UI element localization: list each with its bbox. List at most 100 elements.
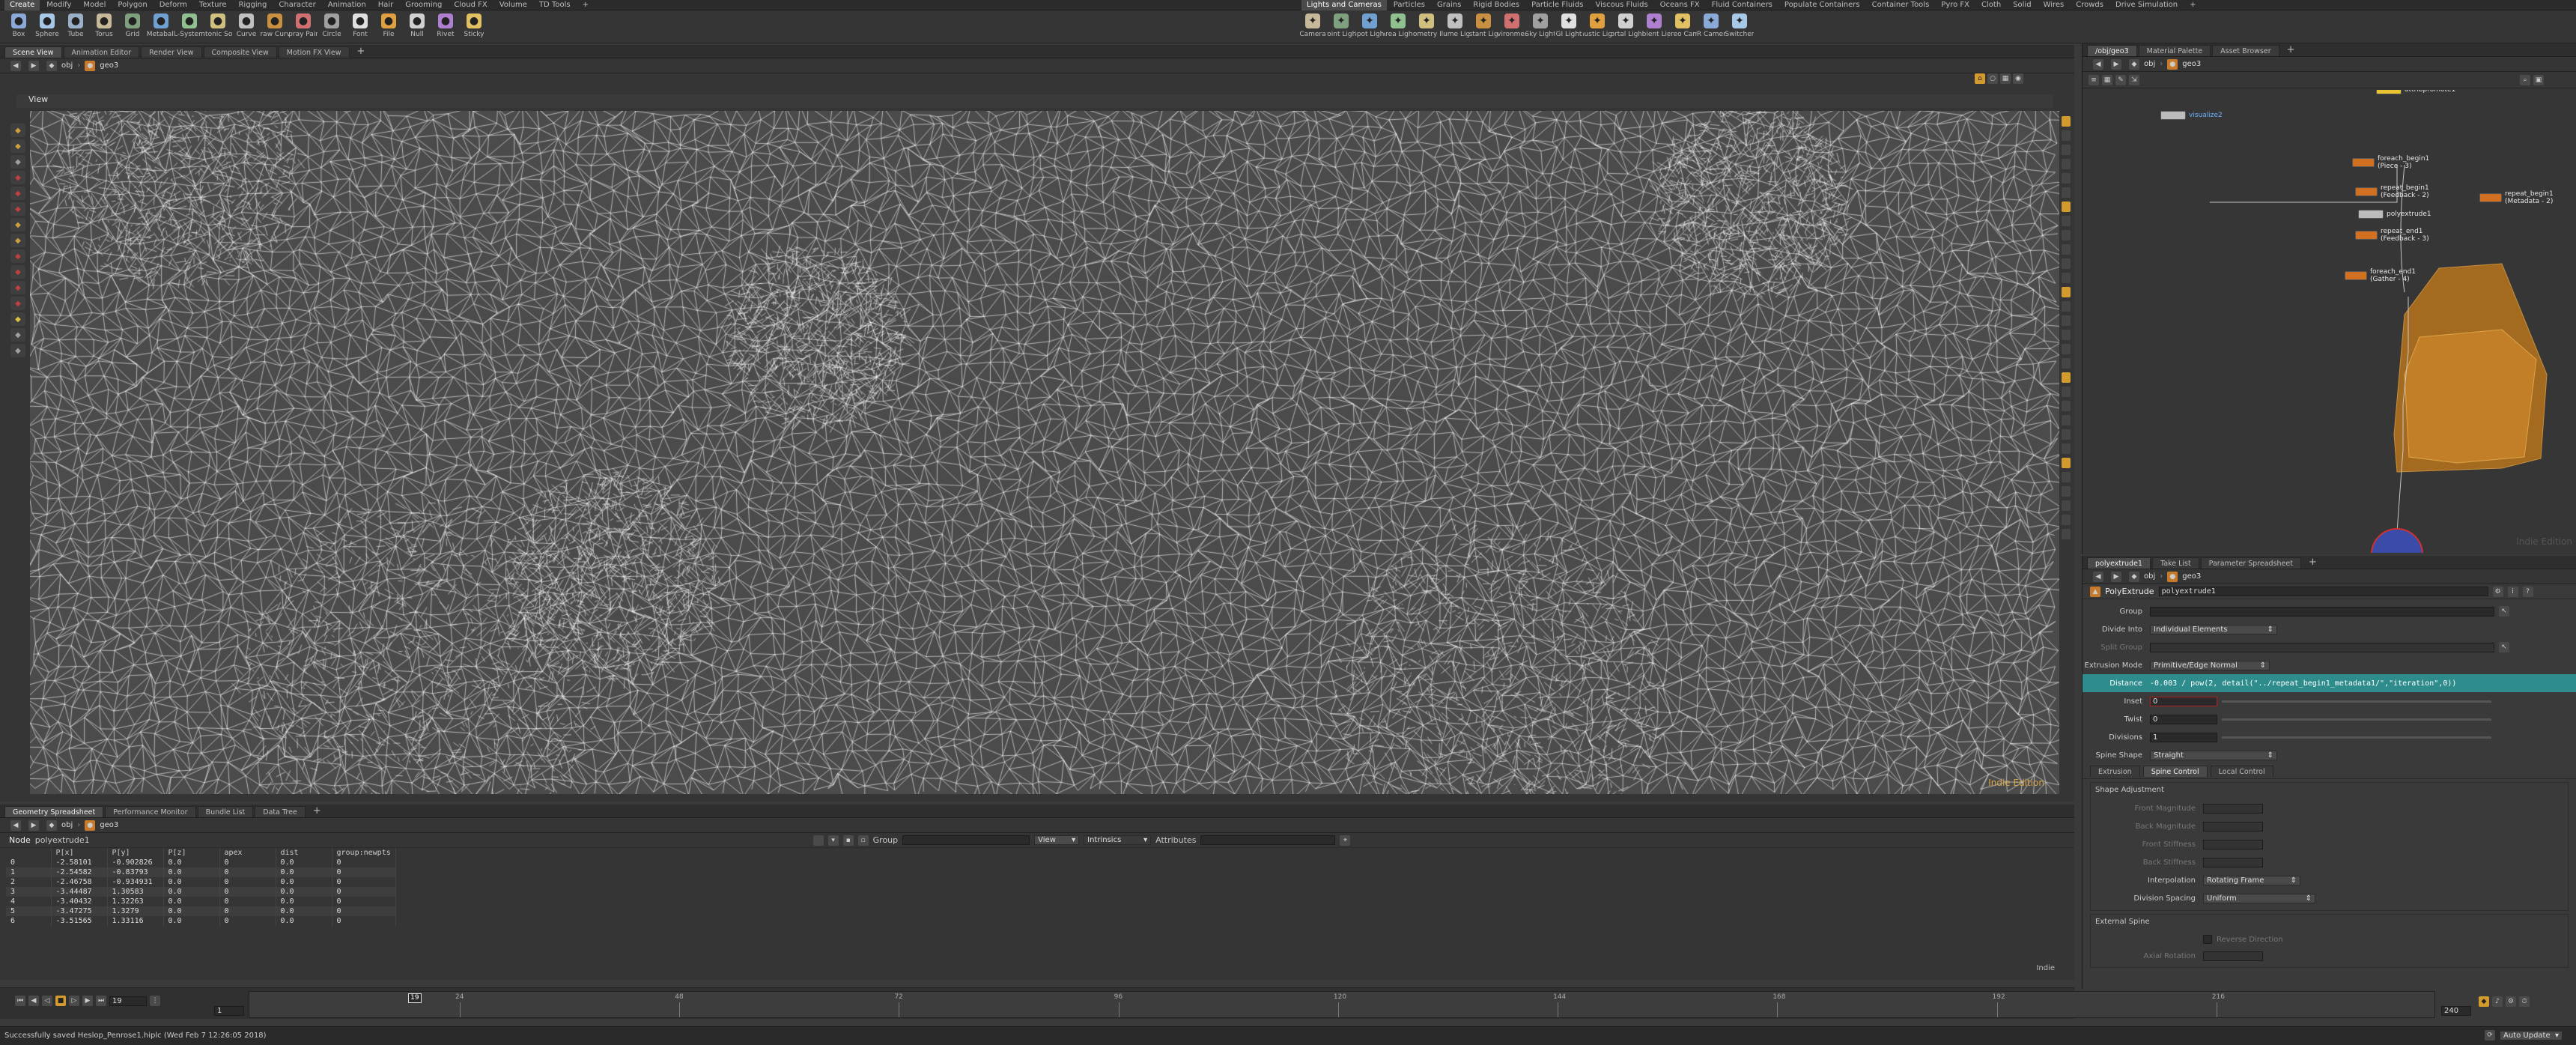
display-option-icon[interactable]: [2062, 500, 2071, 511]
shelf-tool-tube[interactable]: ● Tube: [61, 13, 90, 38]
scale-tool-icon[interactable]: ◆: [10, 171, 25, 184]
stop-icon[interactable]: ■: [55, 996, 66, 1006]
viewport-canvas[interactable]: Indie Edition: [30, 111, 2059, 794]
shelf-tab-td-tools[interactable]: TD Tools: [534, 0, 576, 10]
shelf-tab-wires[interactable]: Wires: [2038, 0, 2070, 10]
jump-end-icon[interactable]: ⏭: [96, 996, 106, 1006]
tab-bundle-list[interactable]: Bundle List: [197, 806, 254, 817]
display-tool-icon[interactable]: ◆: [10, 312, 25, 326]
shelf-tab-polygon[interactable]: Polygon: [112, 0, 152, 10]
jump-start-icon[interactable]: ⏮: [15, 996, 25, 1006]
distance-expression[interactable]: -0.003 / pow(2, detail("../repeat_begin1…: [2150, 679, 2456, 688]
table-row[interactable]: 2 -2.46758 -0.934931 0.0 0 0.0 0: [6, 877, 396, 887]
filter-icon[interactable]: ⌖: [1340, 835, 1351, 846]
shelf-tool-sky-light[interactable]: ✦ Sky Light: [1526, 13, 1555, 38]
shelf-tab-plus[interactable]: +: [577, 0, 594, 10]
shelf-tool-switcher[interactable]: ✦ Switcher: [1725, 13, 1754, 38]
display-option-icon[interactable]: [2062, 529, 2071, 539]
shelf-tab-model[interactable]: Model: [78, 0, 111, 10]
display-option-icon[interactable]: [2062, 130, 2071, 141]
shelf-tool-ambient-lig[interactable]: ✦ Ambient Lig...: [1640, 13, 1668, 38]
camera-icon[interactable]: ◉: [2013, 73, 2023, 84]
shelf-tab-rigging[interactable]: Rigging: [233, 0, 272, 10]
display-option-icon[interactable]: [2062, 159, 2071, 169]
column-header[interactable]: [6, 848, 52, 858]
display-option-icon[interactable]: [2062, 287, 2071, 297]
display-option-icon[interactable]: [2062, 372, 2071, 383]
twist-field[interactable]: 0: [2150, 714, 2217, 724]
shelf-tab-solid[interactable]: Solid: [2008, 0, 2036, 10]
primitives-mode-icon[interactable]: ▪: [842, 835, 854, 846]
layout-icon[interactable]: ▦: [2000, 73, 2011, 84]
view-dropdown[interactable]: View ▾: [1034, 835, 1080, 845]
node-polyextrude1[interactable]: polyextrude1: [2358, 210, 2431, 219]
table-row[interactable]: 4 -3.40432 1.32263 0.0 0 0.0 0: [6, 897, 396, 906]
shelf-tool-platonic-sol[interactable]: ● Platonic Sol...: [204, 13, 232, 38]
forward-arrow-icon[interactable]: ▶: [28, 820, 39, 831]
display-option-icon[interactable]: [2062, 187, 2071, 198]
breadcrumb-obj[interactable]: obj: [2144, 572, 2155, 581]
tab-take-list[interactable]: Take List: [2151, 557, 2199, 569]
node-foreach-begin1[interactable]: foreach_begin1 (Piece - 3): [2352, 155, 2429, 170]
shelf-tab-container-tools[interactable]: Container Tools: [1867, 0, 1935, 10]
zoom-icon[interactable]: ⌕: [2520, 74, 2530, 85]
points-mode-icon[interactable]: [812, 835, 824, 846]
shelf-tab-texture[interactable]: Texture: [194, 0, 232, 10]
extrusion-mode-dropdown[interactable]: Primitive/Edge Normal ⇕: [2150, 660, 2270, 670]
shelf-tab-drive-simulation[interactable]: Drive Simulation: [2110, 0, 2183, 10]
shelf-tool-font[interactable]: ● Font: [346, 13, 374, 38]
display-option-icon[interactable]: [2062, 315, 2071, 326]
ortho-tool-icon[interactable]: ◆: [10, 328, 25, 342]
tab-performance-monitor[interactable]: Performance Monitor: [105, 806, 196, 817]
breadcrumb-obj[interactable]: obj: [61, 821, 73, 829]
forward-arrow-icon[interactable]: ▶: [2111, 571, 2121, 582]
grid-icon[interactable]: ▦: [2102, 74, 2112, 85]
auto-update-dropdown[interactable]: Auto Update ▾: [2500, 1030, 2563, 1041]
display-option-icon[interactable]: [2062, 116, 2071, 127]
shelf-tab-lights-and-cameras[interactable]: Lights and Cameras: [1301, 0, 1387, 10]
subtab-extrusion[interactable]: Extrusion: [2090, 766, 2140, 777]
help-icon[interactable]: ?: [2522, 586, 2533, 597]
shelf-tool-sticky[interactable]: ● Sticky: [460, 13, 488, 38]
front-magnitude-field[interactable]: [2203, 803, 2263, 814]
key-icon[interactable]: ◆: [2479, 996, 2489, 1007]
breadcrumb-obj[interactable]: obj: [61, 61, 73, 70]
intrinsics-dropdown[interactable]: Intrinsics ▾: [1084, 835, 1152, 845]
shelf-tool-l-system[interactable]: ● L-System: [175, 13, 204, 38]
display-option-icon[interactable]: [2062, 515, 2071, 525]
handle-tool-icon[interactable]: ◆: [10, 187, 25, 200]
tab-plus[interactable]: +: [2281, 45, 2301, 56]
shelf-tab-deform[interactable]: Deform: [154, 0, 192, 10]
back-arrow-icon[interactable]: ◀: [10, 60, 21, 71]
step-back-icon[interactable]: ◀: [28, 996, 39, 1006]
display-option-icon[interactable]: [2062, 472, 2071, 482]
settings-icon[interactable]: ⚙: [2506, 996, 2516, 1007]
display-option-icon[interactable]: [2062, 387, 2071, 397]
subtab-local-control[interactable]: Local Control: [2210, 766, 2273, 777]
subtab-spine-control[interactable]: Spine Control: [2142, 766, 2208, 777]
rotate-tool-icon[interactable]: ◆: [10, 155, 25, 169]
table-row[interactable]: 0 -2.58101 -0.902826 0.0 0 0.0 0: [6, 858, 396, 867]
reverse-direction-checkbox[interactable]: [2203, 935, 2212, 944]
shelf-tab-modify[interactable]: Modify: [41, 0, 76, 10]
camera-tool-icon[interactable]: ◆: [10, 265, 25, 279]
update-mode-icon[interactable]: ⟳: [2485, 1030, 2495, 1041]
display-option-icon[interactable]: [2062, 443, 2071, 454]
divide-into-dropdown[interactable]: Individual Elements ⇕: [2150, 624, 2277, 634]
inset-slider[interactable]: [2222, 700, 2491, 703]
shelf-tab-rigid-bodies[interactable]: Rigid Bodies: [1468, 0, 1525, 10]
back-magnitude-field[interactable]: [2203, 821, 2263, 832]
node-name-field[interactable]: polyextrude1: [2158, 587, 2488, 596]
display-option-icon[interactable]: [2062, 486, 2071, 497]
display-option-icon[interactable]: [2062, 173, 2071, 184]
shelf-tool-metaball[interactable]: ● Metaball: [147, 13, 175, 38]
tab-plus[interactable]: +: [2303, 557, 2323, 569]
shelf-tab-plus[interactable]: +: [2184, 0, 2201, 10]
division-spacing-dropdown[interactable]: Uniform ⇕: [2203, 893, 2315, 903]
display-option-icon[interactable]: [2062, 301, 2071, 312]
shelf-tool-geometry-l[interactable]: ✦ Geometry L...: [1412, 13, 1441, 38]
shelf-tab-volume[interactable]: Volume: [494, 0, 532, 10]
column-header[interactable]: apex: [219, 848, 276, 858]
shelf-tool-distant-light[interactable]: ✦ Distant Light: [1469, 13, 1498, 38]
display-option-icon[interactable]: [2062, 244, 2071, 255]
